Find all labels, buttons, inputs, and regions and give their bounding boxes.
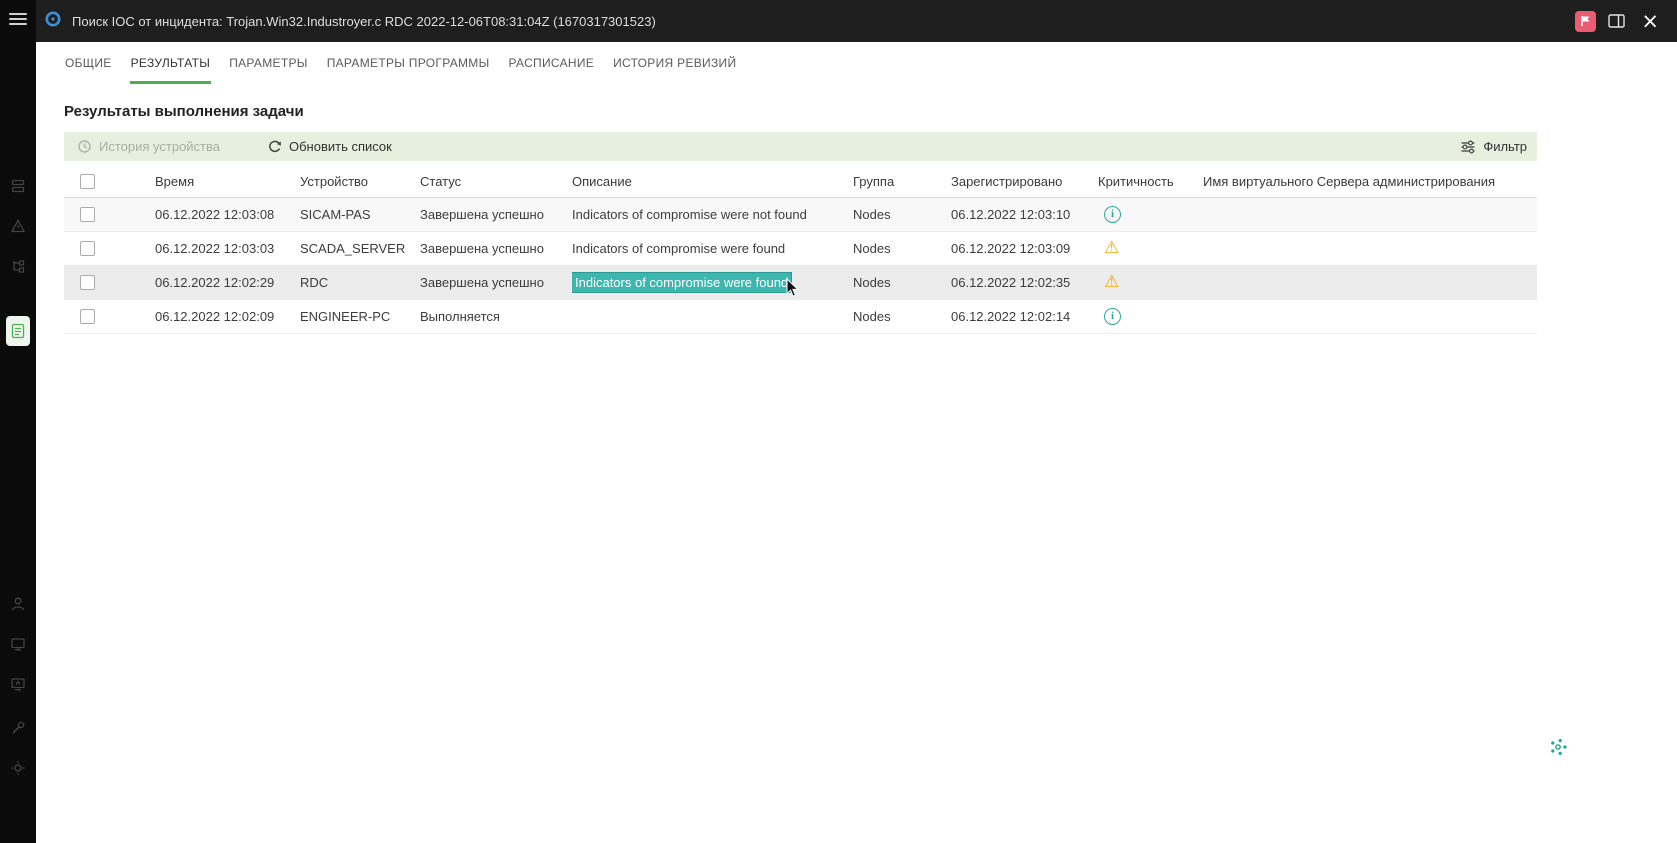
screen-share-icon[interactable]: [10, 676, 26, 692]
tab-general[interactable]: ОБЩИЕ: [64, 42, 113, 84]
page-title: Результаты выполнения задачи: [64, 103, 304, 120]
toolbar: История устройства Обновить список Фильт…: [64, 132, 1537, 161]
col-registered: Зарегистрировано: [951, 166, 1098, 198]
col-virtual-server: Имя виртуального Сервера администрирован…: [1203, 166, 1537, 198]
info-icon: i: [1104, 205, 1121, 223]
mouse-cursor: [786, 278, 799, 297]
col-description: Описание: [572, 166, 853, 198]
sidebar-item-tasks-active[interactable]: [6, 316, 30, 346]
selected-description-text[interactable]: Indicators of compromise were found: [572, 271, 793, 293]
col-device: Устройство: [300, 166, 420, 198]
table-row-selected[interactable]: 06.12.2022 12:02:29 RDC Завершена успешн…: [64, 265, 1537, 300]
left-sidebar: [0, 0, 36, 843]
filter-icon: [1461, 140, 1475, 154]
row-checkbox[interactable]: [80, 275, 95, 291]
incident-icon: [44, 10, 62, 33]
col-severity: Критичность: [1098, 166, 1203, 198]
titlebar: Поиск IOC от инцидента: Trojan.Win32.Ind…: [36, 0, 1677, 42]
tab-revision-history[interactable]: ИСТОРИЯ РЕВИЗИЙ: [612, 42, 737, 84]
tab-bar: ОБЩИЕ РЕЗУЛЬТАТЫ ПАРАМЕТРЫ ПАРАМЕТРЫ ПРО…: [36, 42, 1677, 84]
wrench-icon[interactable]: [10, 720, 26, 736]
tab-app-parameters[interactable]: ПАРАМЕТРЫ ПРОГРАММЫ: [326, 42, 491, 84]
alerts-icon[interactable]: [10, 218, 26, 234]
refresh-icon: [269, 140, 281, 153]
col-status: Статус: [420, 166, 572, 198]
select-all-checkbox[interactable]: [80, 174, 95, 190]
results-table: Время Устройство Статус Описание Группа …: [64, 166, 1537, 334]
info-icon: i: [1104, 307, 1121, 325]
menu-icon[interactable]: [9, 13, 27, 26]
table-row[interactable]: 06.12.2022 12:03:08 SICAM-PAS Завершена …: [64, 197, 1537, 232]
warning-icon: ⚠: [1104, 271, 1120, 292]
tab-schedule[interactable]: РАСПИСАНИЕ: [508, 42, 596, 84]
flag-button[interactable]: [1575, 10, 1597, 32]
app-window: Поиск IOC от инцидента: Trojan.Win32.Ind…: [0, 0, 1677, 843]
table-header-row: Время Устройство Статус Описание Группа …: [64, 166, 1537, 198]
settings-icon[interactable]: [10, 760, 26, 776]
hierarchy-icon[interactable]: [10, 258, 26, 274]
col-group: Группа: [853, 166, 951, 198]
window-title: Поиск IOC от инцидента: Trojan.Win32.Ind…: [72, 13, 656, 29]
row-checkbox[interactable]: [80, 309, 95, 325]
history-icon: [78, 140, 91, 153]
layout-panels-button[interactable]: [1608, 14, 1626, 28]
row-checkbox[interactable]: [80, 241, 95, 257]
filter-button[interactable]: Фильтр: [1460, 139, 1527, 154]
user-icon[interactable]: [10, 596, 26, 612]
accessibility-dock-icon[interactable]: [1546, 735, 1570, 764]
devices-icon[interactable]: [10, 178, 26, 194]
tab-results[interactable]: РЕЗУЛЬТАТЫ: [129, 42, 212, 84]
col-time: Время: [155, 166, 300, 198]
table-row[interactable]: 06.12.2022 12:02:09 ENGINEER-PC Выполняе…: [64, 299, 1537, 334]
table-row[interactable]: 06.12.2022 12:03:03 SCADA_SERVER Заверше…: [64, 231, 1537, 266]
row-checkbox[interactable]: [80, 207, 95, 223]
content-area: Результаты выполнения задачи История уст…: [64, 84, 1537, 334]
device-history-button[interactable]: История устройства: [77, 139, 220, 154]
warning-icon: ⚠: [1104, 237, 1120, 258]
close-icon[interactable]: ×: [1637, 11, 1663, 32]
refresh-list-button[interactable]: Обновить список: [267, 139, 392, 154]
tab-parameters[interactable]: ПАРАМЕТРЫ: [228, 42, 309, 84]
console-icon[interactable]: [10, 636, 26, 652]
